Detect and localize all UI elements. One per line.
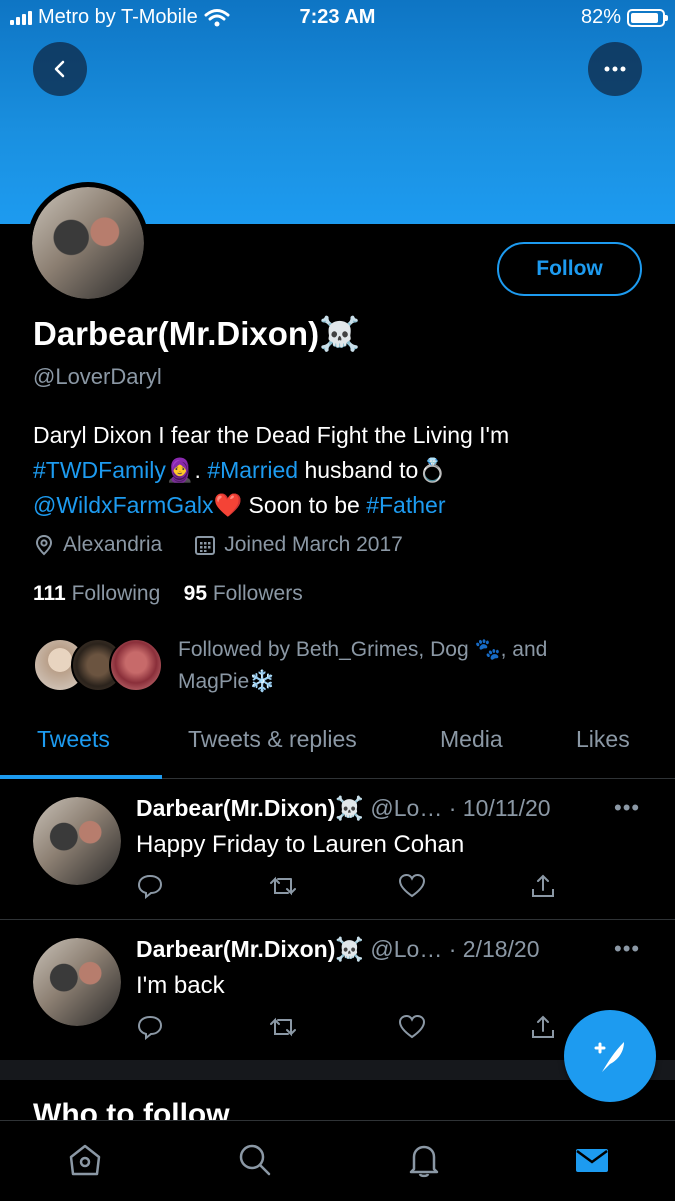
bell-icon [409,1145,439,1178]
reply-icon[interactable] [136,873,164,904]
nav-home[interactable] [66,1141,104,1184]
tweet-header: Darbear(Mr.Dixon)☠️ @Lo… · 2/18/20 [136,936,540,963]
compose-icon [594,1042,624,1072]
more-options-button[interactable] [588,42,642,96]
tweet[interactable]: Darbear(Mr.Dixon)☠️ @Lo… · 10/11/20 ••• … [0,779,675,920]
tweet-text: Happy Friday to Lauren Cohan [136,831,465,858]
heart-icon[interactable] [398,873,426,904]
tweet-header: Darbear(Mr.Dixon)☠️ @Lo… · 10/11/20 [136,795,551,822]
tab-tweets-replies[interactable]: Tweets & replies [188,726,357,753]
nav-messages[interactable] [573,1141,611,1184]
hashtag-twdfamily[interactable]: #TWDFamily🧕 [33,457,195,483]
compose-tweet-button[interactable] [564,1010,656,1102]
following-link[interactable]: 111 Following [33,582,160,605]
tab-tweets[interactable]: Tweets [37,726,110,753]
bio-soon-text: Soon to be [242,492,367,518]
mail-icon [576,1149,608,1172]
bio-husband-text: husband to💍 [298,457,447,483]
tweet-avatar[interactable] [33,797,121,885]
hashtag-married[interactable]: #Married [207,457,298,483]
follower-avatar [109,638,163,692]
bio-separator: . [194,457,208,483]
profile-avatar[interactable] [27,182,149,304]
search-icon [239,1144,271,1176]
nav-search[interactable] [236,1141,274,1184]
followers-count: 95 [183,582,207,605]
calendar-icon [195,536,216,555]
profile-tabs: Tweets Tweets & replies Media Likes [0,712,675,779]
tweet-author-name: Darbear(Mr.Dixon)☠️ [136,936,365,962]
heart-emoji: ❤️ [213,492,243,518]
follow-button[interactable]: Follow [497,242,642,296]
retweet-icon[interactable] [268,873,298,904]
avatar-photo [32,187,144,299]
tweet-actions [136,873,556,905]
follow-counts: 111 Following 95 Followers [33,582,303,606]
followers-link[interactable]: 95 Followers [184,582,303,605]
share-icon[interactable] [530,873,556,904]
bio-text: Daryl Dixon I fear the Dead Fight the Li… [33,422,510,448]
tweet-author-name: Darbear(Mr.Dixon)☠️ [136,795,365,821]
retweet-icon[interactable] [268,1014,298,1045]
tweet-text: I'm back [136,972,225,999]
tweet-more-icon[interactable]: ••• [614,936,640,962]
reply-icon[interactable] [136,1014,164,1045]
followed-by-text[interactable]: Followed by Beth_Grimes, Dog 🐾, and MagP… [178,634,618,698]
location-text: Alexandria [63,533,163,556]
followers-label: Followers [212,582,303,605]
location-pin-icon [35,534,53,556]
more-icon [604,66,626,72]
joined-text: Joined March 2017 [224,533,403,556]
tweet-actions [136,1014,556,1046]
tab-likes[interactable]: Likes [576,726,630,753]
who-to-follow-heading: Who to follow [33,1098,230,1120]
profile-handle: @LoverDaryl [33,364,162,389]
tweet-handle-date: @Lo… · 10/11/20 [370,795,551,821]
bottom-navigation [0,1120,675,1201]
battery-group: 82% [580,6,668,29]
status-bar: Metro by T-Mobile 7:23 AM 82% [0,0,675,38]
followed-by-avatars[interactable] [33,638,163,694]
nav-notifications[interactable] [405,1141,443,1184]
home-icon [69,1144,101,1176]
chevron-left-icon [54,60,65,78]
mention-wildxfarmgalx[interactable]: @WildxFarmGalx [33,492,214,518]
profile-bio: Daryl Dixon I fear the Dead Fight the Li… [33,418,653,523]
tab-media[interactable]: Media [440,726,503,753]
hashtag-father[interactable]: #Father [366,492,445,518]
following-label: Following [71,582,161,605]
clock: 7:23 AM [299,6,376,28]
back-button[interactable] [33,42,87,96]
profile-name: Darbear(Mr.Dixon)☠️ [33,315,361,352]
share-icon[interactable] [530,1014,556,1045]
battery-percent: 82% [580,6,621,28]
tweet-more-icon[interactable]: ••• [614,795,640,821]
tweet-handle-date: @Lo… · 2/18/20 [370,936,540,962]
battery-icon [627,8,668,27]
following-count: 111 [33,582,66,605]
heart-icon[interactable] [398,1014,426,1045]
profile-meta: Alexandria Joined March 2017 [33,533,403,557]
tweet-avatar[interactable] [33,938,121,1026]
